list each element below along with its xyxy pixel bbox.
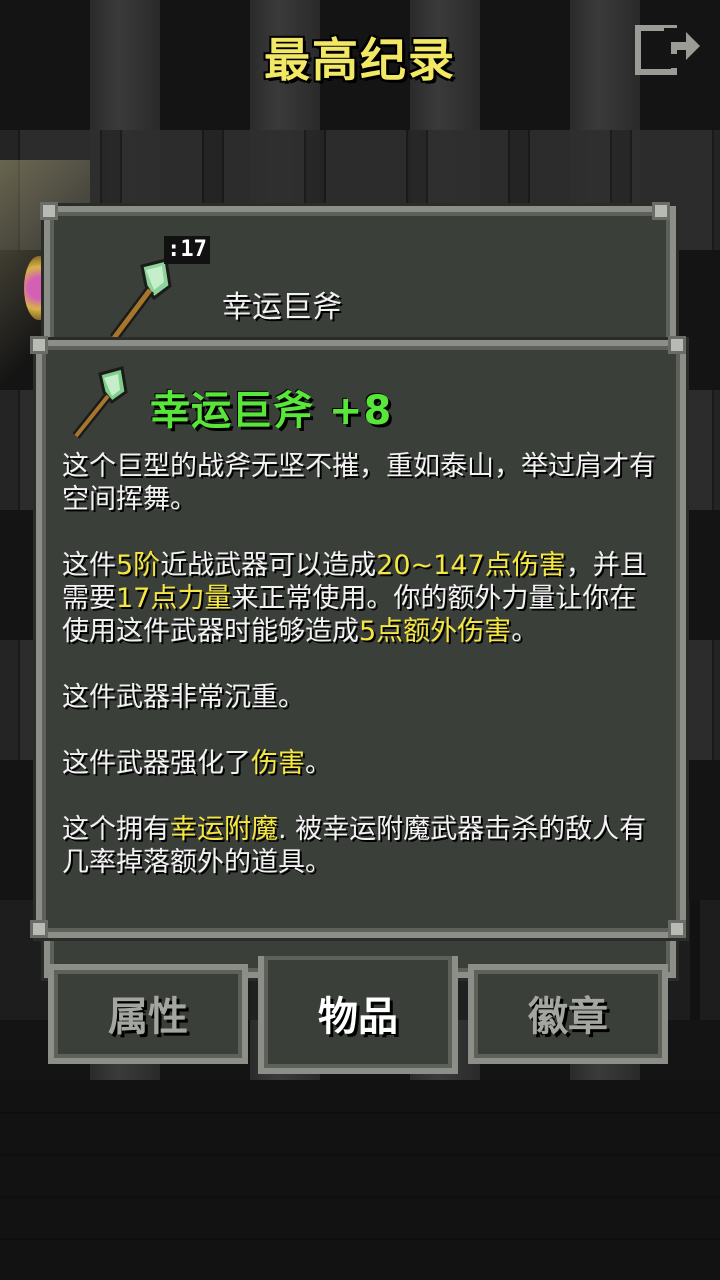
tab-items[interactable]: 物品 [258,956,458,1074]
description-stats: 这件5阶近战武器可以造成20~147点伤害，并且需要17点力量来正常使用。你的额… [62,550,647,647]
strength-requirement-badge: :17 [164,236,210,264]
tab-badges[interactable]: 徽章 [468,964,668,1064]
exit-door-icon [635,25,700,75]
item-title: 幸运巨斧 +8 [150,388,393,434]
exit-button[interactable] [634,24,704,76]
description-flavor: 这个巨型的战斧无坚不摧，重如泰山，举过肩才有空间挥舞。 [62,451,656,515]
slot-item-name: 幸运巨斧 [222,290,342,325]
description-upgrade: 这件武器强化了伤害。 [62,748,332,779]
greataxe-icon [64,362,140,442]
tab-stats[interactable]: 属性 [48,964,248,1064]
page-title: 最高纪录 [264,33,456,87]
description-heavy: 这件武器非常沉重。 [62,682,305,713]
description-enchant: 这个拥有幸运附魔. 被幸运附魔武器击杀的敌人有几率掉落额外的道具。 [62,814,647,878]
item-description: 这个巨型的战斧无坚不摧，重如泰山，举过肩才有空间挥舞。 这件5阶近战武器可以造成… [62,450,662,912]
